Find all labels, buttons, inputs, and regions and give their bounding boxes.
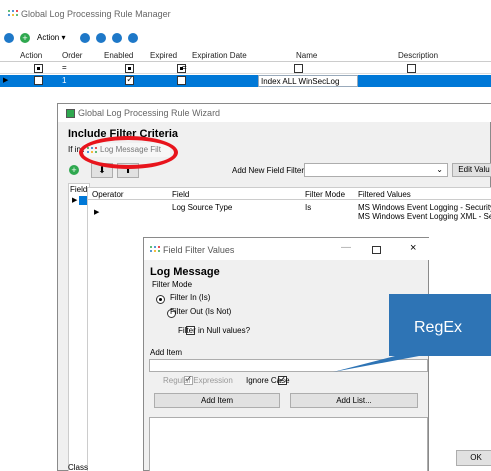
filter-out-label[interactable]: Filter Out (Is Not) bbox=[170, 307, 231, 316]
filter-mode-label: Filter Mode bbox=[152, 280, 193, 289]
col-field[interactable]: Field bbox=[172, 190, 189, 199]
ignore-case-label[interactable]: Ignore Case bbox=[246, 376, 290, 385]
col-filtered-values[interactable]: Filtered Values bbox=[358, 190, 411, 199]
wizard-title: Global Log Processing Rule Wizard bbox=[78, 108, 221, 118]
col-description[interactable]: Description bbox=[398, 51, 438, 60]
filter-name-box[interactable] bbox=[293, 64, 303, 73]
dialog-title-bar: Field Filter Values — × bbox=[144, 238, 430, 260]
filter-row-value-1: MS Windows Event Logging - Security bbox=[358, 203, 491, 212]
col-expired[interactable]: Expired bbox=[150, 51, 177, 60]
main-title-bar: Global Log Processing Rule Manager bbox=[0, 0, 491, 28]
field-row-arrow-icon[interactable]: ▶ bbox=[72, 196, 77, 204]
filter-in-label[interactable]: Filter In (Is) bbox=[170, 293, 210, 302]
row-expired-checkbox[interactable] bbox=[177, 76, 187, 85]
add-item-label: Add Item bbox=[150, 348, 183, 357]
filter-description-box[interactable] bbox=[406, 64, 416, 73]
col-name[interactable]: Name bbox=[296, 51, 317, 60]
field-column-label: Field bbox=[70, 185, 88, 194]
row-action-checkbox[interactable] bbox=[34, 76, 43, 85]
dialog-heading: Log Message bbox=[150, 266, 220, 278]
refresh-icon[interactable] bbox=[4, 33, 14, 43]
filter-row-field: Log Source Type bbox=[172, 203, 233, 212]
row-order: 1 bbox=[62, 76, 67, 85]
main-toolbar: + Action ▾ bbox=[0, 30, 491, 46]
col-filter-mode[interactable]: Filter Mode bbox=[305, 190, 345, 199]
col-action[interactable]: Action bbox=[20, 51, 42, 60]
filter-action-checkbox[interactable] bbox=[34, 64, 43, 73]
filter-grid-header: Operator Field Filter Mode Filtered Valu… bbox=[88, 188, 491, 200]
close-icon[interactable]: × bbox=[410, 242, 416, 254]
add-field-filter-select[interactable]: ⌄ bbox=[304, 163, 448, 177]
col-enabled[interactable]: Enabled bbox=[104, 51, 133, 60]
grid-filter-row: = = bbox=[0, 63, 491, 74]
col-order[interactable]: Order bbox=[62, 51, 82, 60]
wizard-title-bar: Global Log Processing Rule Wizard bbox=[58, 104, 491, 122]
dialog-logo-icon bbox=[150, 245, 160, 254]
add-item-button[interactable]: Add Item bbox=[154, 393, 280, 408]
wizard-icon bbox=[66, 109, 75, 118]
table-row[interactable]: ▶ Log Source Type Is MS Windows Event Lo… bbox=[88, 201, 491, 225]
move-up-icon[interactable] bbox=[80, 33, 90, 43]
enable-icon[interactable] bbox=[112, 33, 122, 43]
row-enabled-checkbox[interactable] bbox=[125, 74, 135, 85]
row-expand-arrow-icon[interactable]: ▶ bbox=[3, 76, 8, 84]
regex-label[interactable]: Regular Expression bbox=[163, 376, 233, 385]
filter-row-arrow-icon: ▶ bbox=[94, 209, 100, 216]
maximize-icon[interactable] bbox=[372, 246, 381, 254]
filter-order-operator[interactable]: = bbox=[62, 63, 67, 72]
callout-text: RegEx bbox=[414, 319, 463, 336]
callout-shape bbox=[333, 294, 491, 372]
row-name: Index ALL WinSecLog bbox=[258, 75, 358, 87]
filter-row-value-2: MS Windows Event Logging XML - Secur bbox=[358, 212, 491, 221]
minimize-icon[interactable]: — bbox=[341, 242, 351, 253]
dialog-title: Field Filter Values bbox=[163, 245, 235, 255]
filter-expiration-operator[interactable]: = bbox=[182, 63, 187, 72]
ok-button[interactable]: OK bbox=[456, 450, 491, 466]
action-menu-button[interactable]: Action ▾ bbox=[37, 33, 65, 42]
table-row[interactable]: ▶ 1 Index ALL WinSecLog bbox=[0, 74, 491, 87]
chevron-down-icon: ⌄ bbox=[436, 165, 443, 174]
main-window-title: Global Log Processing Rule Manager bbox=[21, 9, 171, 19]
red-highlight-ellipse bbox=[79, 136, 178, 169]
item-list-box[interactable] bbox=[149, 417, 428, 471]
move-down-icon[interactable] bbox=[96, 33, 106, 43]
filter-enabled-checkbox[interactable] bbox=[125, 64, 135, 73]
edit-values-button[interactable]: Edit Valu bbox=[452, 163, 491, 177]
rule-grid-header: Action Order Enabled Expired Expiration … bbox=[0, 50, 491, 62]
null-values-label[interactable]: Filter in Null values? bbox=[178, 326, 250, 335]
col-operator[interactable]: Operator bbox=[92, 190, 124, 199]
add-icon[interactable]: + bbox=[20, 33, 30, 43]
filter-row-mode: Is bbox=[305, 203, 312, 212]
add-list-button[interactable]: Add List... bbox=[290, 393, 418, 408]
disable-icon[interactable] bbox=[128, 33, 138, 43]
col-expiration-date[interactable]: Expiration Date bbox=[192, 51, 247, 60]
bottom-class-label: Class bbox=[68, 463, 89, 471]
app-logo-icon bbox=[8, 9, 18, 18]
regex-callout bbox=[333, 294, 491, 372]
add-field-filter-label: Add New Field Filter: bbox=[232, 166, 307, 175]
wizard-add-icon[interactable]: + bbox=[69, 165, 79, 175]
